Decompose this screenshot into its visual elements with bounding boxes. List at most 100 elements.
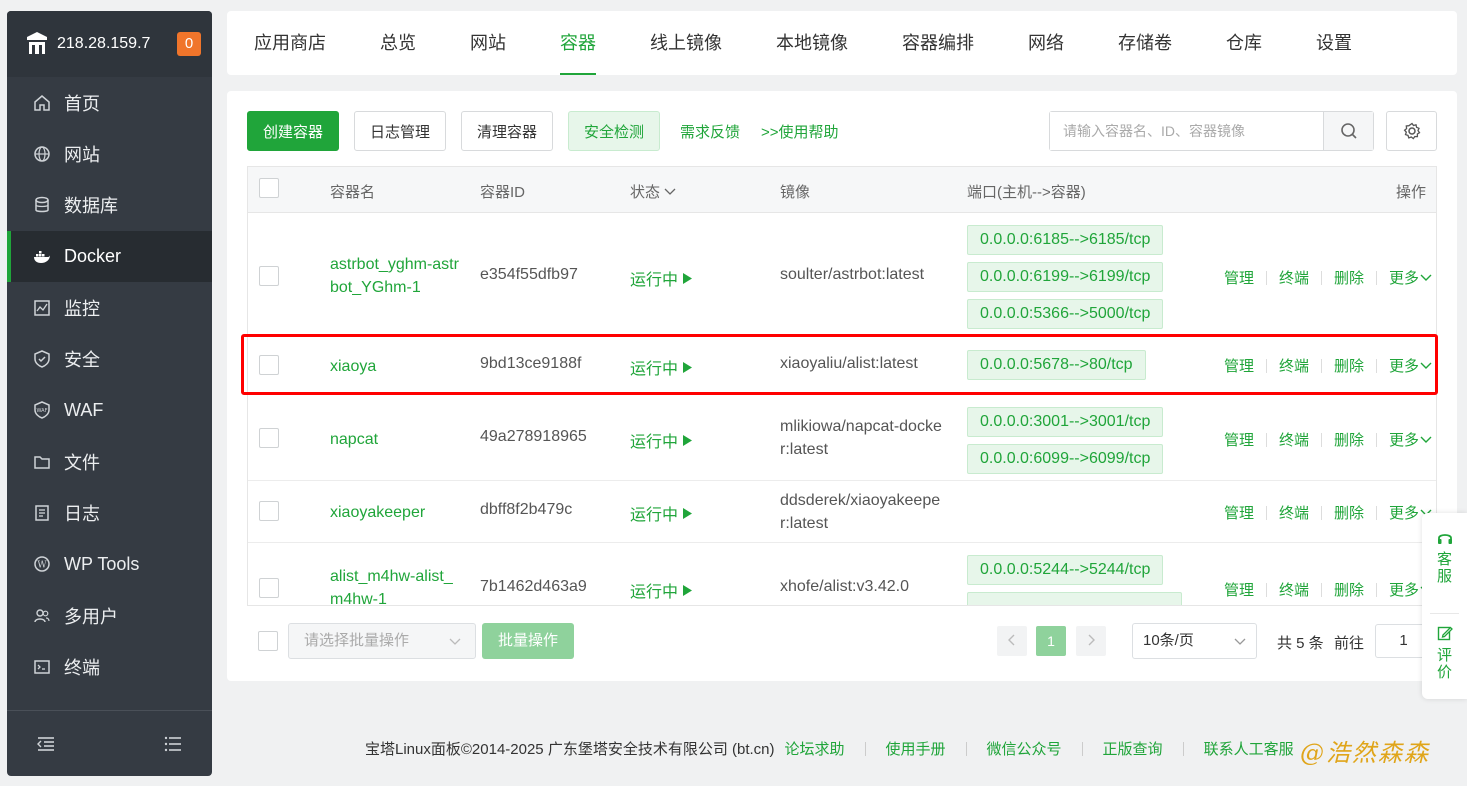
tab-volumes[interactable]: 存储卷 bbox=[1118, 11, 1172, 75]
row-checkbox[interactable] bbox=[259, 578, 279, 598]
sidebar-item-database[interactable]: 数据库 bbox=[7, 180, 212, 231]
tab-settings[interactable]: 设置 bbox=[1316, 11, 1352, 75]
tab-local-images[interactable]: 本地镜像 bbox=[776, 11, 848, 75]
footer-link-support[interactable]: 联系人工客服 bbox=[1204, 738, 1294, 759]
container-name-link[interactable]: astrbot_yghm-astrbot_YGhm-1 bbox=[330, 253, 465, 299]
sidebar-item-security[interactable]: 安全 bbox=[7, 333, 212, 384]
footer-link-wechat[interactable]: 微信公众号 bbox=[987, 738, 1062, 759]
delete-link[interactable]: 删除 bbox=[1334, 267, 1364, 288]
sidebar-item-label: 文件 bbox=[64, 452, 100, 473]
more-dropdown[interactable]: 更多 bbox=[1389, 429, 1433, 450]
review-button[interactable]: 评价 bbox=[1422, 625, 1467, 681]
play-icon bbox=[683, 508, 693, 519]
manage-link[interactable]: 管理 bbox=[1224, 429, 1254, 450]
collapse-menu-icon[interactable] bbox=[37, 736, 55, 752]
port-mapping: 0.0.0.0:3001-->3001/tcp bbox=[967, 407, 1164, 437]
footer-link-forum[interactable]: 论坛求助 bbox=[785, 738, 845, 759]
tab-compose[interactable]: 容器编排 bbox=[902, 11, 974, 75]
home-icon bbox=[34, 94, 50, 111]
container-id: dbff8f2b479c bbox=[480, 501, 573, 518]
footer-link-manual[interactable]: 使用手册 bbox=[886, 738, 946, 759]
batch-operation-select[interactable]: 请选择批量操作 bbox=[288, 623, 476, 659]
feedback-link[interactable]: 需求反馈 bbox=[680, 121, 740, 142]
header-ports: 端口(主机-->容器) bbox=[967, 184, 1086, 201]
status-running[interactable]: 运行中 bbox=[630, 428, 693, 452]
tab-registry[interactable]: 仓库 bbox=[1226, 11, 1262, 75]
terminal-link[interactable]: 终端 bbox=[1279, 579, 1309, 600]
log-management-button[interactable]: 日志管理 bbox=[354, 111, 446, 151]
tab-network[interactable]: 网络 bbox=[1028, 11, 1064, 75]
container-name-link[interactable]: xiaoyakeeper bbox=[330, 501, 465, 524]
next-page-button[interactable] bbox=[1076, 626, 1106, 656]
svg-text:WAF: WAF bbox=[37, 408, 48, 414]
waf-icon: WAF bbox=[34, 401, 50, 420]
status-running[interactable]: 运行中 bbox=[630, 578, 693, 602]
delete-link[interactable]: 删除 bbox=[1334, 502, 1364, 523]
more-dropdown[interactable]: 更多 bbox=[1389, 267, 1433, 288]
tab-app-store[interactable]: 应用商店 bbox=[254, 11, 326, 75]
sidebar-item-wp-tools[interactable]: W WP Tools bbox=[7, 539, 212, 590]
row-checkbox[interactable] bbox=[259, 428, 279, 448]
security-check-button[interactable]: 安全检测 bbox=[568, 111, 660, 151]
sidebar-item-files[interactable]: 文件 bbox=[7, 436, 212, 487]
tab-website[interactable]: 网站 bbox=[470, 11, 506, 75]
database-icon bbox=[35, 196, 49, 213]
server-ip[interactable]: 218.28.159.7 bbox=[57, 35, 150, 53]
terminal-link[interactable]: 终端 bbox=[1279, 502, 1309, 523]
status-running[interactable]: 运行中 bbox=[630, 266, 693, 290]
more-label: 更多 bbox=[1389, 582, 1420, 599]
sidebar-item-logs[interactable]: 日志 bbox=[7, 487, 212, 538]
container-name-link[interactable]: napcat bbox=[330, 428, 465, 451]
select-all-checkbox[interactable] bbox=[259, 178, 279, 198]
sidebar-item-terminal[interactable]: 终端 bbox=[7, 641, 212, 692]
tab-overview[interactable]: 总览 bbox=[380, 11, 416, 75]
table-row: astrbot_yghm-astrbot_YGhm-1 e354f55dfb97… bbox=[248, 213, 1436, 335]
wordpress-icon: W bbox=[34, 556, 50, 573]
settings-button[interactable] bbox=[1386, 111, 1437, 151]
delete-link[interactable]: 删除 bbox=[1334, 579, 1364, 600]
help-link[interactable]: >>使用帮助 bbox=[761, 121, 839, 142]
manage-link[interactable]: 管理 bbox=[1224, 579, 1254, 600]
sidebar-item-home[interactable]: 首页 bbox=[7, 77, 212, 128]
sidebar-item-docker[interactable]: Docker bbox=[7, 230, 212, 283]
search-button[interactable] bbox=[1323, 112, 1373, 150]
container-id: 7b1462d463a9 bbox=[480, 578, 587, 595]
header-status[interactable]: 状态 bbox=[630, 181, 676, 202]
create-container-button[interactable]: 创建容器 bbox=[247, 111, 339, 151]
row-checkbox[interactable] bbox=[259, 501, 279, 521]
status-running[interactable]: 运行中 bbox=[630, 501, 693, 525]
notification-badge[interactable]: 0 bbox=[177, 32, 201, 56]
manage-link[interactable]: 管理 bbox=[1224, 267, 1254, 288]
terminal-link[interactable]: 终端 bbox=[1279, 429, 1309, 450]
sidebar-item-multi-user[interactable]: 多用户 bbox=[7, 590, 212, 641]
terminal-link[interactable]: 终端 bbox=[1279, 267, 1309, 288]
copyright-text: 宝塔Linux面板©2014-2025 广东堡塔安全技术有限公司 (bt.cn) bbox=[365, 741, 775, 758]
manage-link[interactable]: 管理 bbox=[1224, 502, 1254, 523]
clean-containers-button[interactable]: 清理容器 bbox=[461, 111, 553, 151]
container-name-link[interactable]: alist_m4hw-alist_m4hw-1 bbox=[330, 565, 465, 605]
list-menu-icon[interactable] bbox=[164, 736, 182, 752]
sidebar-item-waf[interactable]: WAF WAF bbox=[7, 385, 212, 436]
customer-service-button[interactable]: 客服 bbox=[1422, 531, 1467, 585]
container-id: 49a278918965 bbox=[480, 428, 587, 445]
prev-page-button[interactable] bbox=[997, 626, 1027, 656]
batch-operation-button[interactable]: 批量操作 bbox=[482, 623, 574, 659]
tab-online-images[interactable]: 线上镜像 bbox=[650, 11, 722, 75]
page-size-select[interactable]: 10条/页 bbox=[1132, 623, 1257, 659]
page-number-current[interactable]: 1 bbox=[1036, 626, 1066, 656]
container-search bbox=[1049, 111, 1374, 151]
tab-container[interactable]: 容器 bbox=[560, 11, 596, 75]
table-header: 容器名 容器ID 状态 镜像 端口(主机-->容器) 操作 bbox=[248, 167, 1436, 213]
sidebar-item-website[interactable]: 网站 bbox=[7, 128, 212, 179]
chevron-down-icon bbox=[449, 638, 461, 645]
users-icon bbox=[34, 608, 50, 622]
footer-link-license[interactable]: 正版查询 bbox=[1103, 738, 1163, 759]
port-mapping: 0.0.0.0:6099-->6099/tcp bbox=[967, 444, 1164, 474]
status-label: 运行中 bbox=[630, 272, 679, 289]
search-input[interactable] bbox=[1050, 112, 1323, 150]
play-icon bbox=[683, 585, 693, 596]
row-checkbox[interactable] bbox=[259, 266, 279, 286]
delete-link[interactable]: 删除 bbox=[1334, 429, 1364, 450]
sidebar-item-monitor[interactable]: 监控 bbox=[7, 282, 212, 333]
select-all-bottom-checkbox[interactable] bbox=[258, 631, 278, 651]
